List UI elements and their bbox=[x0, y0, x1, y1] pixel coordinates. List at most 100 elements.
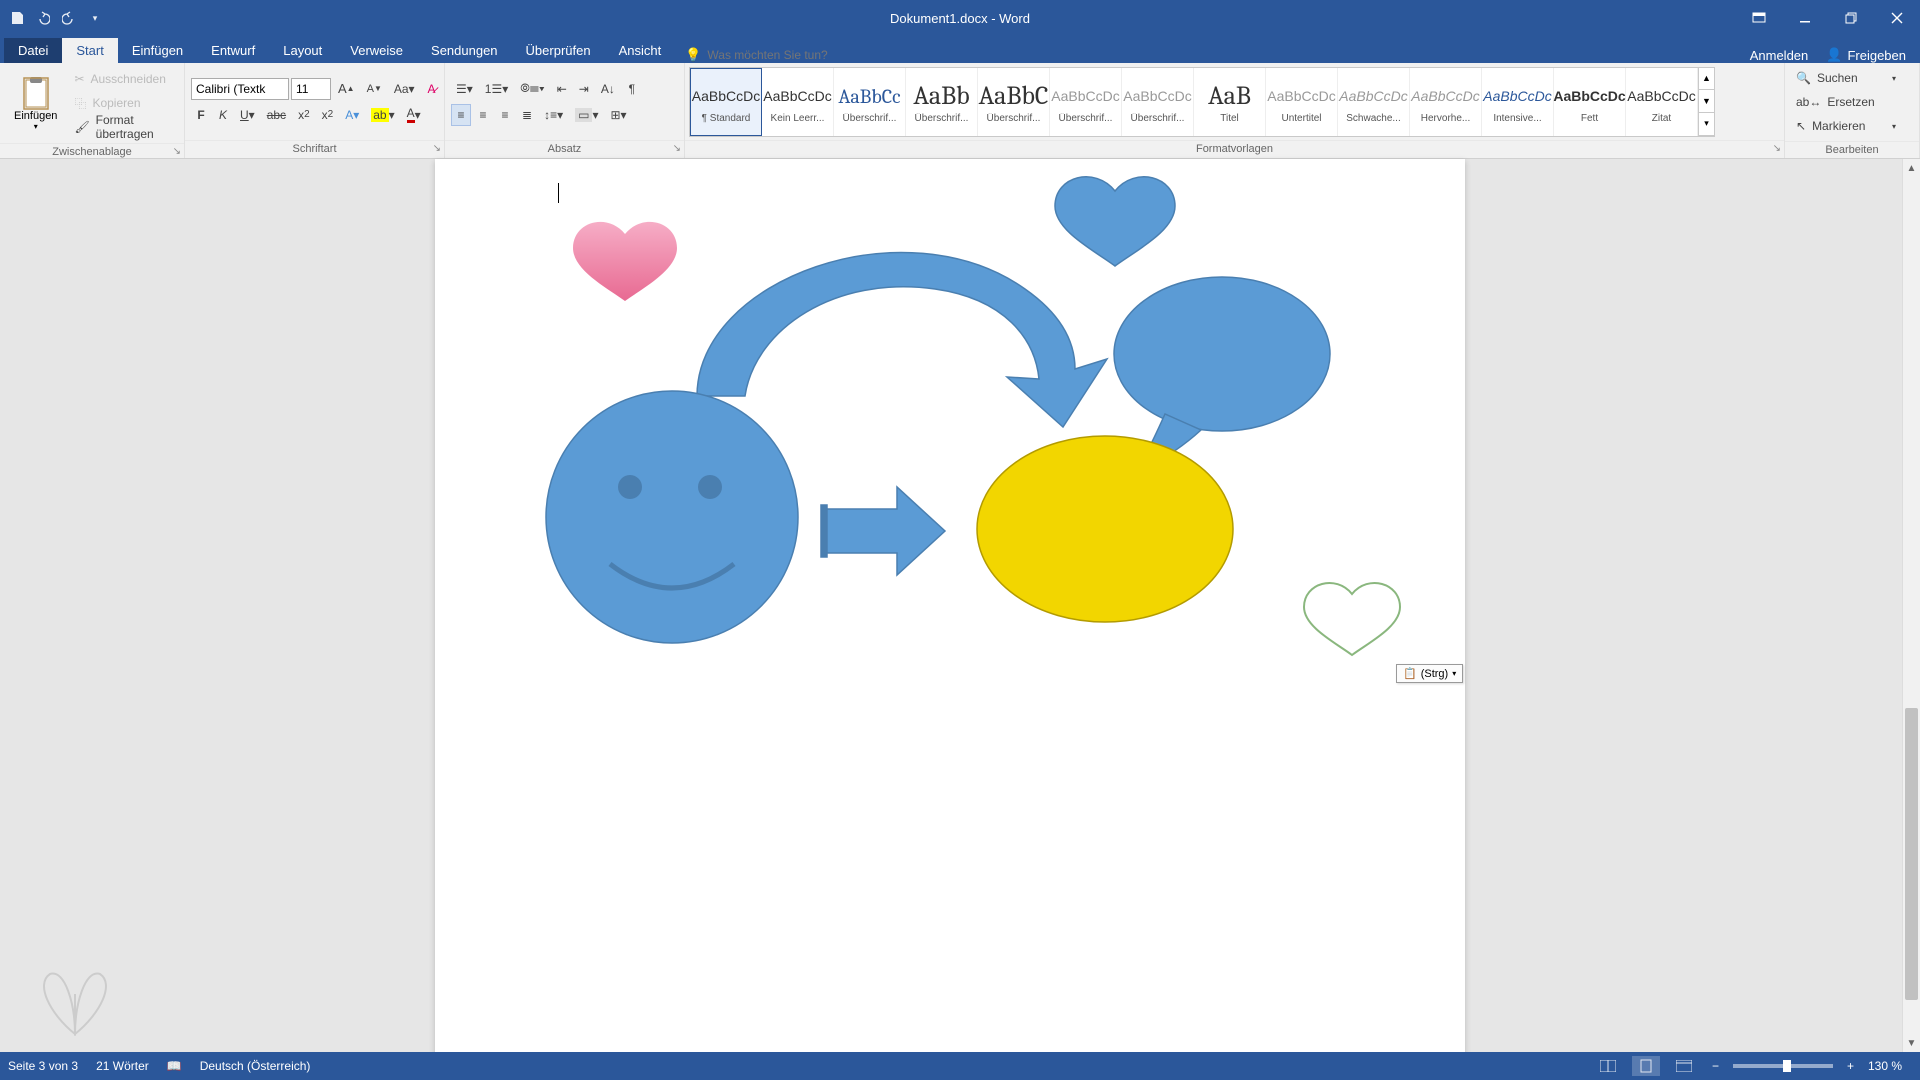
share-button[interactable]: 👤 Freigeben bbox=[1826, 47, 1906, 63]
grow-font-button[interactable]: A▲ bbox=[333, 78, 360, 100]
copy-button[interactable]: ⿻Kopieren bbox=[69, 92, 189, 114]
zoom-slider[interactable] bbox=[1733, 1064, 1833, 1068]
tab-file[interactable]: Datei bbox=[4, 38, 62, 63]
styles-gallery[interactable]: AaBbCcDc¶ StandardAaBbCcDcKein Leerr...A… bbox=[689, 67, 1715, 137]
scroll-down-icon[interactable]: ▼ bbox=[1903, 1034, 1920, 1052]
italic-button[interactable]: K bbox=[213, 104, 233, 126]
style-item[interactable]: AaBbCcDc¶ Standard bbox=[690, 68, 762, 136]
replace-button[interactable]: ab↔Ersetzen bbox=[1791, 91, 1901, 113]
bold-button[interactable]: F bbox=[191, 104, 211, 126]
style-item[interactable]: AaBbCcDcKein Leerr... bbox=[762, 68, 834, 136]
tab-references[interactable]: Verweise bbox=[336, 38, 417, 63]
format-painter-button[interactable]: 🖌Format übertragen bbox=[69, 116, 189, 138]
shrink-font-button[interactable]: A▼ bbox=[362, 78, 387, 100]
scroll-up-icon[interactable]: ▲ bbox=[1903, 159, 1920, 177]
shape-heart-pink[interactable] bbox=[573, 222, 677, 301]
align-right-button[interactable]: ≡ bbox=[495, 104, 515, 126]
font-launcher-icon[interactable]: ↘ bbox=[433, 143, 441, 154]
change-case-button[interactable]: Aa▾ bbox=[389, 78, 420, 100]
line-spacing-button[interactable]: ↕≡▾ bbox=[539, 104, 568, 126]
ribbon-display-icon[interactable] bbox=[1736, 0, 1782, 36]
minimize-icon[interactable] bbox=[1782, 0, 1828, 36]
clear-formatting-button[interactable]: A̷ bbox=[422, 78, 442, 100]
tab-view[interactable]: Ansicht bbox=[605, 38, 676, 63]
tab-review[interactable]: Überprüfen bbox=[512, 38, 605, 63]
align-center-button[interactable]: ≡ bbox=[473, 104, 493, 126]
select-button[interactable]: ↖Markieren▾ bbox=[1791, 115, 1901, 137]
multilevel-list-button[interactable]: ⦾☰▾ bbox=[515, 78, 549, 100]
zoom-out-button[interactable]: − bbox=[1708, 1059, 1723, 1073]
paragraph-launcher-icon[interactable]: ↘ bbox=[673, 143, 681, 154]
tab-design[interactable]: Entwurf bbox=[197, 38, 269, 63]
font-size-input[interactable] bbox=[291, 78, 331, 100]
style-item[interactable]: AaBbCcDcIntensive... bbox=[1482, 68, 1554, 136]
numbering-button[interactable]: 1☰▾ bbox=[480, 78, 513, 100]
highlight-button[interactable]: ab▾ bbox=[366, 104, 399, 126]
shape-heart-outline[interactable] bbox=[1304, 583, 1400, 655]
shape-smiley[interactable] bbox=[546, 391, 798, 643]
style-item[interactable]: AaBbÜberschrif... bbox=[906, 68, 978, 136]
tell-me-input[interactable] bbox=[707, 48, 907, 62]
zoom-level[interactable]: 130 % bbox=[1868, 1059, 1912, 1073]
shape-block-arrow[interactable] bbox=[821, 487, 945, 575]
style-item[interactable]: AaBbCcDcFett bbox=[1554, 68, 1626, 136]
underline-button[interactable]: U▾ bbox=[235, 104, 260, 126]
clipboard-launcher-icon[interactable]: ↘ bbox=[173, 146, 181, 157]
decrease-indent-button[interactable]: ⇤ bbox=[552, 78, 572, 100]
shape-heart-blue[interactable] bbox=[1055, 177, 1175, 266]
save-icon[interactable] bbox=[8, 9, 26, 27]
status-words[interactable]: 21 Wörter bbox=[96, 1059, 149, 1073]
sign-in-button[interactable]: Anmelden bbox=[1750, 48, 1809, 63]
print-layout-button[interactable] bbox=[1632, 1056, 1660, 1076]
style-item[interactable]: AaBbCcDcZitat bbox=[1626, 68, 1698, 136]
paste-options-tag[interactable]: 📋 (Strg) ▾ bbox=[1396, 664, 1463, 683]
style-item[interactable]: AaBbCÜberschrif... bbox=[978, 68, 1050, 136]
borders-button[interactable]: ⊞▾ bbox=[605, 104, 631, 126]
find-button[interactable]: 🔍Suchen▾ bbox=[1791, 67, 1901, 89]
gallery-down-icon[interactable]: ▼ bbox=[1699, 90, 1714, 113]
paste-button[interactable]: Einfügen ▾ bbox=[6, 67, 65, 139]
style-item[interactable]: AaBbCcÜberschrif... bbox=[834, 68, 906, 136]
status-language[interactable]: Deutsch (Österreich) bbox=[200, 1059, 311, 1073]
bullets-button[interactable]: ☰▾ bbox=[451, 78, 478, 100]
web-layout-button[interactable] bbox=[1670, 1056, 1698, 1076]
tab-start[interactable]: Start bbox=[62, 38, 117, 63]
tab-mailings[interactable]: Sendungen bbox=[417, 38, 512, 63]
style-item[interactable]: AaBbCcDcUntertitel bbox=[1266, 68, 1338, 136]
vertical-scrollbar[interactable]: ▲ ▼ bbox=[1902, 159, 1920, 1052]
styles-launcher-icon[interactable]: ↘ bbox=[1773, 143, 1781, 154]
strikethrough-button[interactable]: abc bbox=[262, 104, 291, 126]
status-page[interactable]: Seite 3 von 3 bbox=[8, 1059, 78, 1073]
subscript-button[interactable]: x2 bbox=[293, 104, 315, 126]
shading-button[interactable]: ▭▾ bbox=[570, 104, 603, 126]
tab-layout[interactable]: Layout bbox=[269, 38, 336, 63]
style-item[interactable]: AaBbCcDcÜberschrif... bbox=[1122, 68, 1194, 136]
redo-icon[interactable] bbox=[60, 9, 78, 27]
sort-button[interactable]: A↓ bbox=[596, 78, 620, 100]
justify-button[interactable]: ≣ bbox=[517, 104, 537, 126]
style-item[interactable]: AaBbCcDcHervorhe... bbox=[1410, 68, 1482, 136]
style-item[interactable]: AaBbCcDcSchwache... bbox=[1338, 68, 1410, 136]
restore-icon[interactable] bbox=[1828, 0, 1874, 36]
gallery-up-icon[interactable]: ▲ bbox=[1699, 68, 1714, 91]
document-page[interactable]: 📋 (Strg) ▾ bbox=[435, 159, 1465, 1079]
increase-indent-button[interactable]: ⇥ bbox=[574, 78, 594, 100]
style-item[interactable]: AaBbCcDcÜberschrif... bbox=[1050, 68, 1122, 136]
style-item[interactable]: AaBTitel bbox=[1194, 68, 1266, 136]
qat-more-icon[interactable]: ▾ bbox=[86, 9, 104, 27]
font-color-button[interactable]: A▾ bbox=[402, 104, 426, 126]
undo-icon[interactable] bbox=[34, 9, 52, 27]
font-name-input[interactable] bbox=[191, 78, 289, 100]
superscript-button[interactable]: x2 bbox=[317, 104, 339, 126]
read-mode-button[interactable] bbox=[1594, 1056, 1622, 1076]
status-proofing-icon[interactable]: 📖 bbox=[167, 1059, 182, 1073]
shape-curved-arrow[interactable] bbox=[697, 253, 1107, 427]
show-marks-button[interactable]: ¶ bbox=[622, 78, 642, 100]
zoom-in-button[interactable]: + bbox=[1843, 1059, 1858, 1073]
close-icon[interactable] bbox=[1874, 0, 1920, 36]
align-left-button[interactable]: ≡ bbox=[451, 104, 471, 126]
text-effects-button[interactable]: A▾ bbox=[340, 104, 364, 126]
cut-button[interactable]: ✂Ausschneiden bbox=[69, 68, 189, 90]
gallery-more-icon[interactable]: ▾ bbox=[1699, 113, 1714, 136]
tab-insert[interactable]: Einfügen bbox=[118, 38, 197, 63]
